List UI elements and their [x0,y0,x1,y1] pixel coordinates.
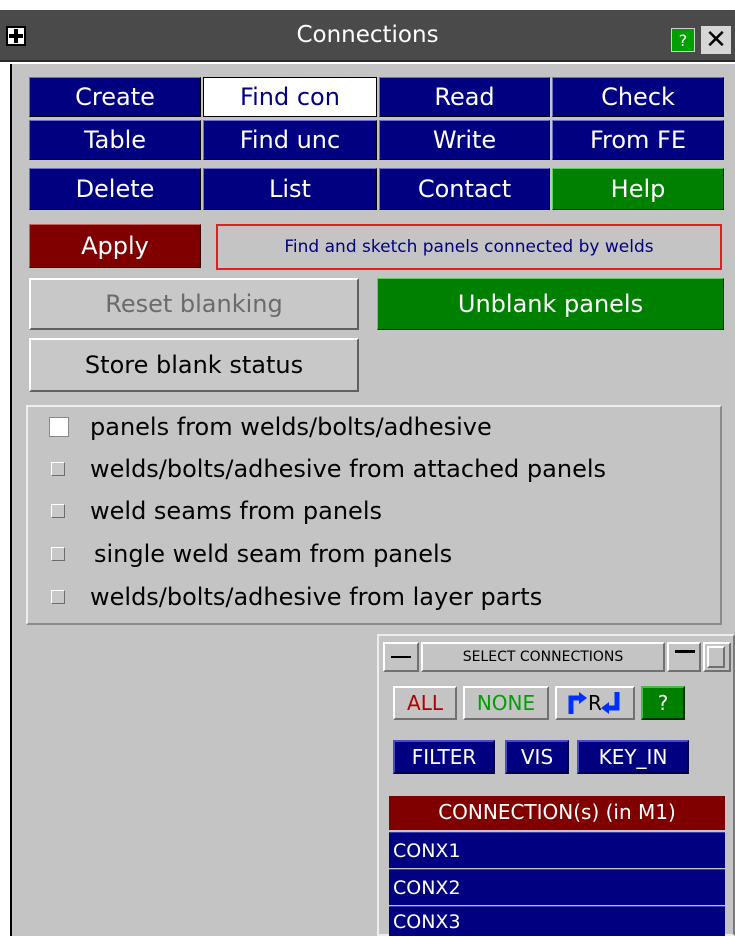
key-in-button[interactable]: KEY_IN [577,740,689,774]
checkbox[interactable] [51,462,65,476]
select-none-button[interactable]: NONE [463,686,549,720]
list-item[interactable]: CONX2 [389,869,725,905]
from-fe-button[interactable]: From FE [552,120,724,160]
find-con-button[interactable]: Find con [203,77,377,117]
table-button[interactable]: Table [29,120,201,160]
checkbox[interactable] [49,417,69,437]
option-label: panels from welds/bolts/adhesive [90,413,492,441]
hint-message: Find and sketch panels connected by weld… [216,224,722,270]
connection-list-header[interactable]: CONNECTION(s) (in M1) [389,796,725,830]
create-button[interactable]: Create [29,77,201,117]
find-options-group: panels from welds/bolts/adhesive welds/b… [26,405,722,625]
delete-button[interactable]: Delete [29,168,201,210]
store-blank-status-button[interactable]: Store blank status [29,338,359,392]
select-help-button[interactable]: ? [641,686,685,720]
apply-button[interactable]: Apply [29,224,201,268]
write-button[interactable]: Write [379,120,550,160]
maximize-icon[interactable] [703,642,731,672]
reverse-selection-button[interactable]: R [555,686,635,720]
contact-button[interactable]: Contact [379,168,550,210]
title-bar[interactable]: Connections ? ✕ [0,10,735,62]
vis-button[interactable]: VIS [505,740,569,774]
option-welds-from-layer-parts[interactable]: welds/bolts/adhesive from layer parts [28,577,718,617]
option-label: welds/bolts/adhesive from attached panel… [90,455,606,483]
option-label: weld seams from panels [90,497,382,525]
list-button[interactable]: List [203,168,377,210]
collapse-icon[interactable] [383,642,419,672]
read-button[interactable]: Read [379,77,550,117]
list-item[interactable]: CONX1 [389,832,725,868]
checkbox[interactable] [51,547,65,561]
window-help-icon[interactable]: ? [671,28,695,52]
option-panels-from-welds[interactable]: panels from welds/bolts/adhesive [28,407,718,447]
select-all-button[interactable]: ALL [393,686,457,720]
checkbox[interactable] [51,504,65,518]
checkbox[interactable] [51,590,65,604]
select-connections-widget: SELECT CONNECTIONS ALL NONE R ? FILTER V… [377,634,735,936]
option-single-weld-seam[interactable]: single weld seam from panels [28,534,718,574]
check-button[interactable]: Check [552,77,724,117]
option-label: welds/bolts/adhesive from layer parts [90,583,543,611]
option-weld-seams-from-panels[interactable]: weld seams from panels [28,491,718,531]
window-menu-icon[interactable] [6,26,26,46]
window-title: Connections [296,22,439,48]
reverse-label: R [588,691,602,715]
filter-button[interactable]: FILTER [393,740,495,774]
option-welds-from-attached-panels[interactable]: welds/bolts/adhesive from attached panel… [28,449,718,489]
select-widget-title: SELECT CONNECTIONS [421,642,665,672]
reset-blanking-button[interactable]: Reset blanking [29,278,359,330]
close-icon[interactable]: ✕ [701,26,731,54]
help-button[interactable]: Help [552,168,724,210]
list-item[interactable]: CONX3 [389,906,725,936]
connections-window: Connections ? ✕ Create Find con Read Che… [0,0,735,936]
find-unc-button[interactable]: Find unc [203,120,377,160]
unblank-panels-button[interactable]: Unblank panels [377,278,724,330]
minimize-icon[interactable] [667,642,701,672]
option-label: single weld seam from panels [94,540,453,568]
